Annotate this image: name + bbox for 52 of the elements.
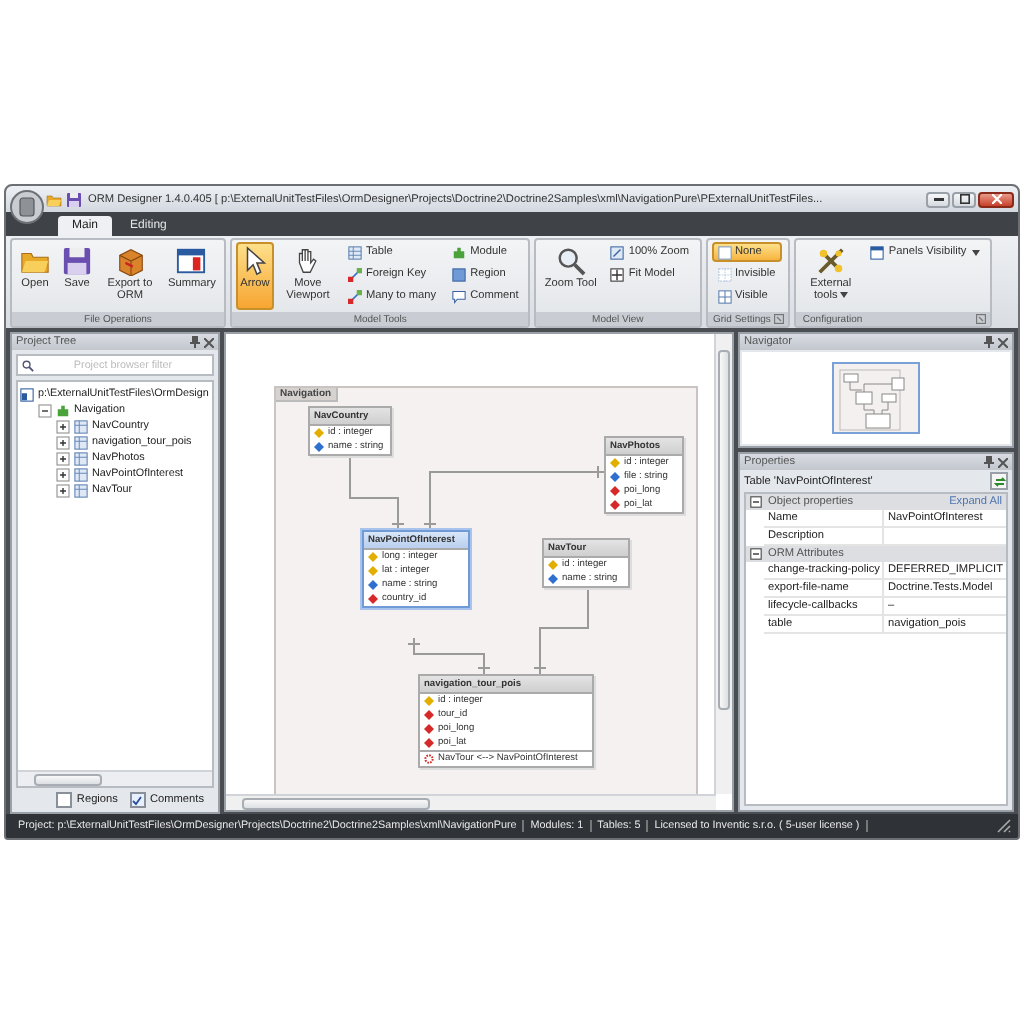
close-icon[interactable]: [204, 337, 214, 347]
folder-icon: [46, 191, 62, 207]
collapse-icon[interactable]: [38, 403, 52, 417]
puzzle-icon: [56, 403, 70, 417]
puzzle-icon: [452, 245, 467, 259]
close-icon[interactable]: [998, 457, 1008, 467]
window-icon: [176, 246, 207, 276]
pin-icon[interactable]: [190, 336, 200, 348]
expand-icon[interactable]: [56, 467, 70, 481]
grid-icon: [717, 289, 731, 303]
fit-icon: [610, 267, 625, 281]
maximize-button[interactable]: [952, 191, 976, 207]
speech-bubble-icon: [452, 289, 467, 303]
expand-icon[interactable]: [56, 451, 70, 465]
link-icon: [347, 289, 362, 303]
expand-icon[interactable]: [56, 435, 70, 449]
horizontal-scrollbar[interactable]: [18, 770, 212, 786]
minimize-button[interactable]: [926, 191, 950, 207]
tools-icon: [815, 246, 846, 276]
table-icon: [347, 245, 362, 259]
vertical-scrollbar[interactable]: [714, 334, 732, 794]
magnifier-icon: [555, 246, 586, 276]
close-icon[interactable]: [998, 337, 1008, 347]
dialog-launcher-icon[interactable]: [774, 314, 785, 324]
minimize-icon: [933, 197, 943, 201]
refresh-icon: [993, 475, 1005, 487]
diagram-thumbnail-drawing: [832, 362, 920, 434]
grid-icon: [717, 267, 731, 281]
search-icon: [22, 359, 34, 371]
square-icon: [452, 267, 467, 281]
checkmark-icon: [132, 795, 143, 805]
resize-grip-icon[interactable]: [996, 818, 1012, 834]
dialog-launcher-icon[interactable]: [976, 314, 987, 324]
close-icon: [991, 194, 1001, 204]
square-icon: [717, 245, 731, 259]
checkbox[interactable]: [56, 792, 73, 808]
close-button[interactable]: [978, 191, 1014, 207]
refresh-button[interactable]: [990, 472, 1008, 490]
link-icon: [347, 267, 362, 281]
pin-icon[interactable]: [984, 336, 994, 348]
collapse-icon[interactable]: [750, 548, 762, 560]
zoom-icon: [610, 245, 625, 259]
checkbox[interactable]: [129, 792, 146, 808]
expand-icon[interactable]: [56, 483, 70, 497]
window-icon: [870, 245, 885, 259]
maximize-icon: [959, 194, 969, 204]
box-icon: [115, 246, 145, 276]
collapse-icon[interactable]: [750, 496, 762, 508]
expand-icon[interactable]: [56, 419, 70, 433]
horizontal-scrollbar[interactable]: [226, 794, 716, 810]
connector-line: [407, 637, 491, 675]
pin-icon[interactable]: [984, 456, 994, 468]
